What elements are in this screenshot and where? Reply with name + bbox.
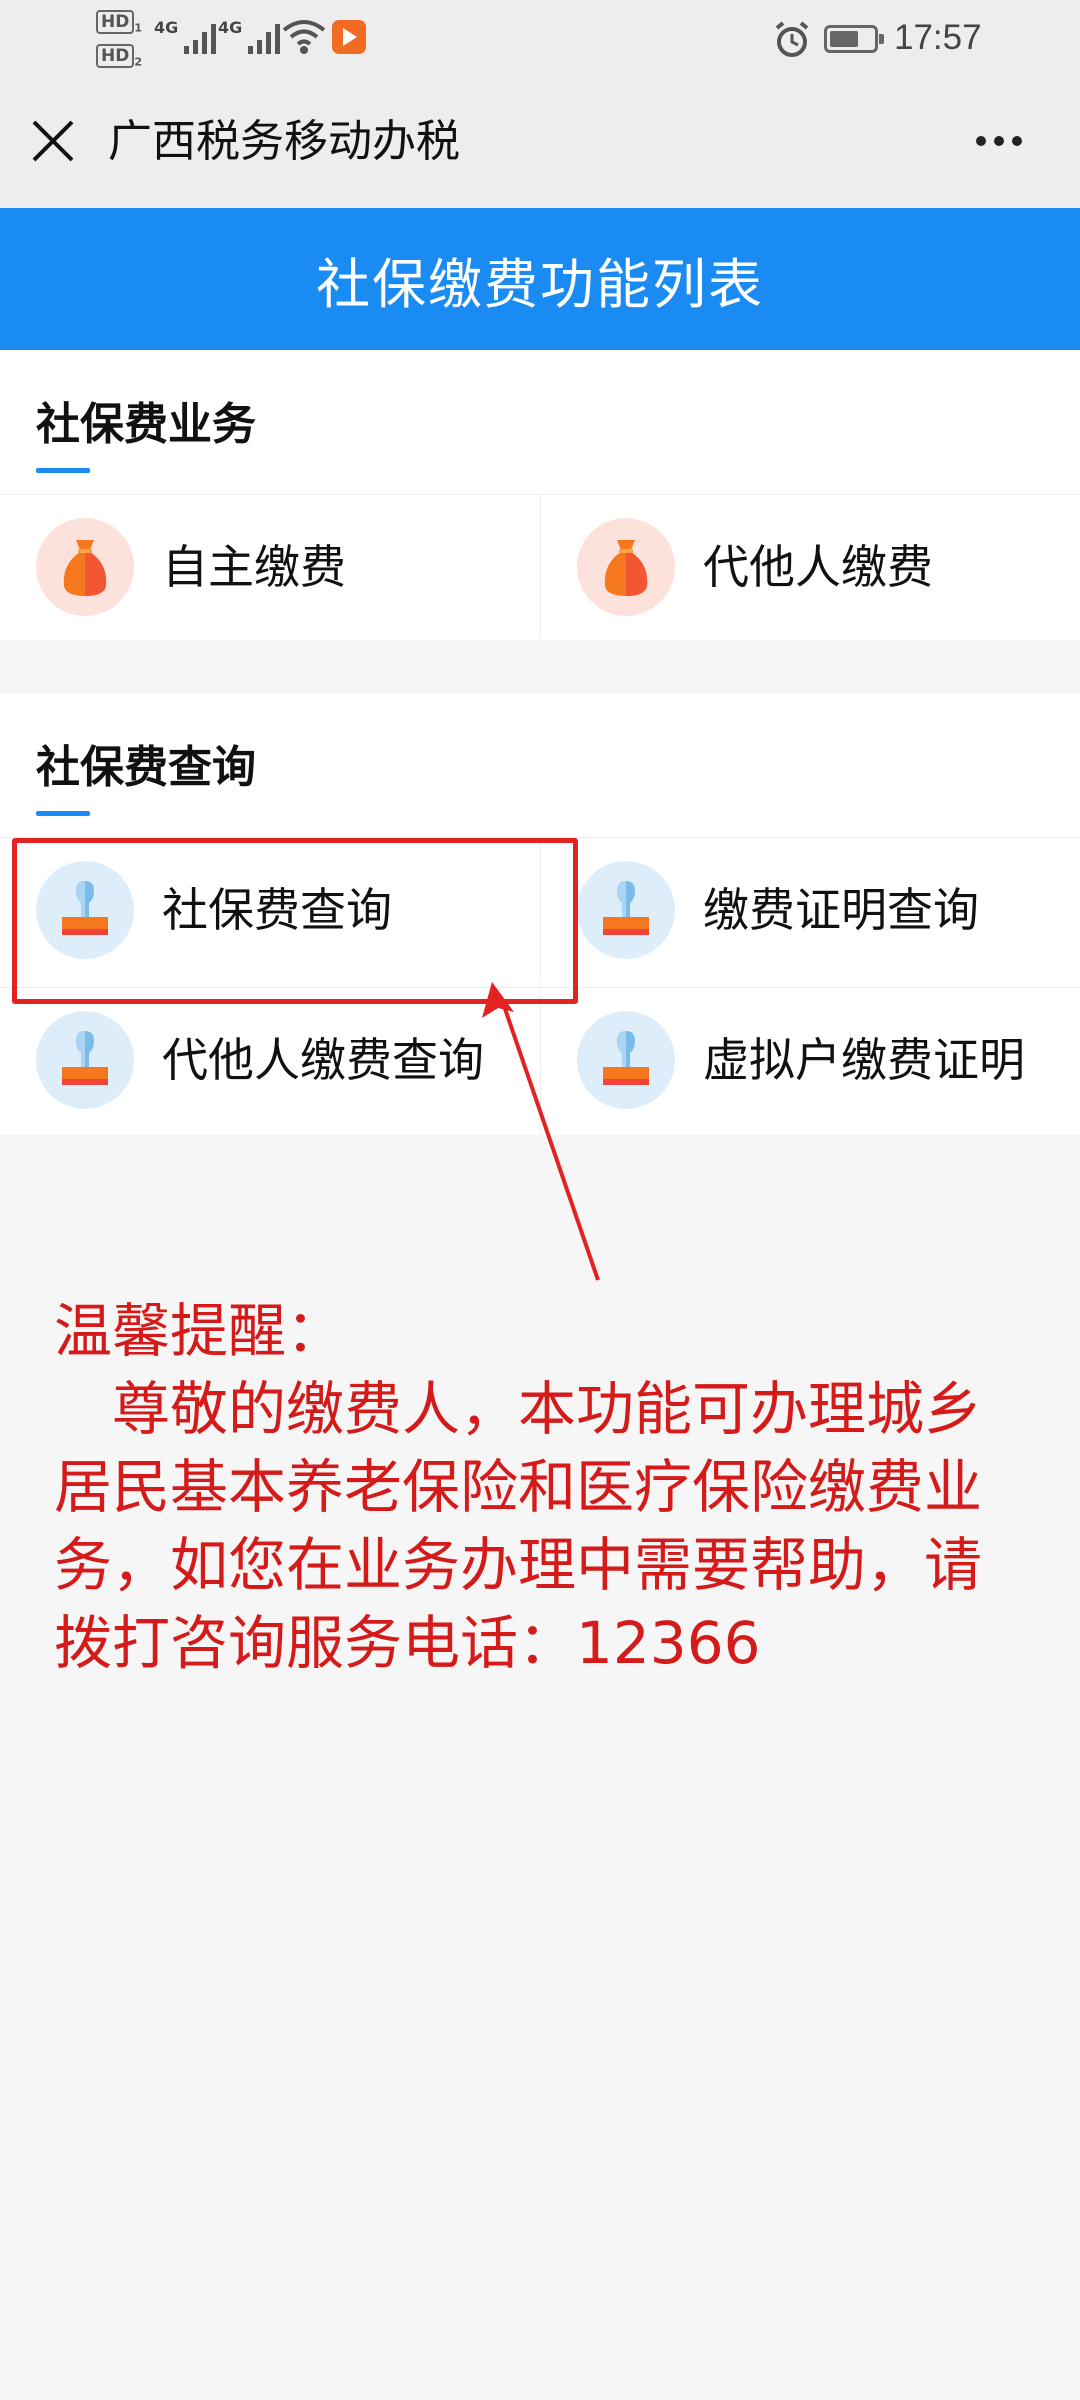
section-underline xyxy=(36,468,90,473)
section-title: 社保费查询 xyxy=(36,742,256,793)
menu-item-label: 虚拟户缴费证明 xyxy=(703,1033,1025,1087)
menu-item-pay-for-others[interactable]: 代他人缴费 xyxy=(540,495,1080,639)
stamp-icon xyxy=(577,1011,675,1109)
menu-item-label: 代他人缴费查询 xyxy=(162,1033,484,1087)
wifi-icon xyxy=(282,20,326,54)
hd-badge-2: HD 2 xyxy=(96,44,142,72)
header-title: 社保缴费功能列表 xyxy=(316,252,764,316)
notice-text: 温馨提醒： 尊敬的缴费人，本功能可办理城乡居民基本养老保险和医疗保险缴费业务，如… xyxy=(54,1292,1034,1682)
annotation-highlight-box xyxy=(12,838,578,1004)
stamp-icon xyxy=(577,861,675,959)
function-list-header: 社保缴费功能列表 xyxy=(0,208,1080,350)
stamp-icon xyxy=(36,1011,134,1109)
menu-item-label: 代他人缴费 xyxy=(703,540,933,594)
menu-item-label: 缴费证明查询 xyxy=(703,883,979,937)
page-title: 广西税务移动办税 xyxy=(108,116,460,167)
grid-row: 自主缴费 代他人缴费 xyxy=(0,494,1080,639)
menu-item-others-payment-query[interactable]: 代他人缴费查询 xyxy=(0,988,540,1132)
clock: 17:57 xyxy=(894,18,982,57)
menu-item-virtual-account-certificate[interactable]: 虚拟户缴费证明 xyxy=(540,988,1080,1132)
alarm-icon xyxy=(775,21,809,57)
section-title: 社保费业务 xyxy=(36,399,256,450)
close-icon[interactable] xyxy=(30,118,76,164)
grid-row: 代他人缴费查询 虚拟户缴费证明 xyxy=(0,987,1080,1132)
notice-body: 尊敬的缴费人，本功能可办理城乡居民基本养老保险和医疗保险缴费业务，如您在业务办理… xyxy=(54,1375,983,1677)
menu-item-self-payment[interactable]: 自主缴费 xyxy=(0,495,540,639)
money-bag-icon xyxy=(36,518,134,616)
battery-icon xyxy=(824,25,884,53)
section-underline xyxy=(36,811,90,816)
notice-title: 温馨提醒： xyxy=(54,1297,345,1365)
signal-icon-1: 4G xyxy=(154,18,217,54)
section-social-insurance-business: 社保费业务 自主缴费 代他人缴费 xyxy=(0,350,1080,640)
hd-badge-1: HD 1 xyxy=(96,10,142,38)
signal-icon-2: 4G xyxy=(218,18,281,54)
menu-item-label: 自主缴费 xyxy=(162,540,346,594)
status-bar: HD 1 HD 2 4G 4G 17:57 xyxy=(0,0,1080,78)
money-bag-icon xyxy=(577,518,675,616)
video-app-icon xyxy=(332,20,366,54)
more-options-icon[interactable] xyxy=(976,136,1022,146)
menu-item-payment-certificate-query[interactable]: 缴费证明查询 xyxy=(540,838,1080,982)
nav-bar: 广西税务移动办税 xyxy=(0,78,1080,208)
